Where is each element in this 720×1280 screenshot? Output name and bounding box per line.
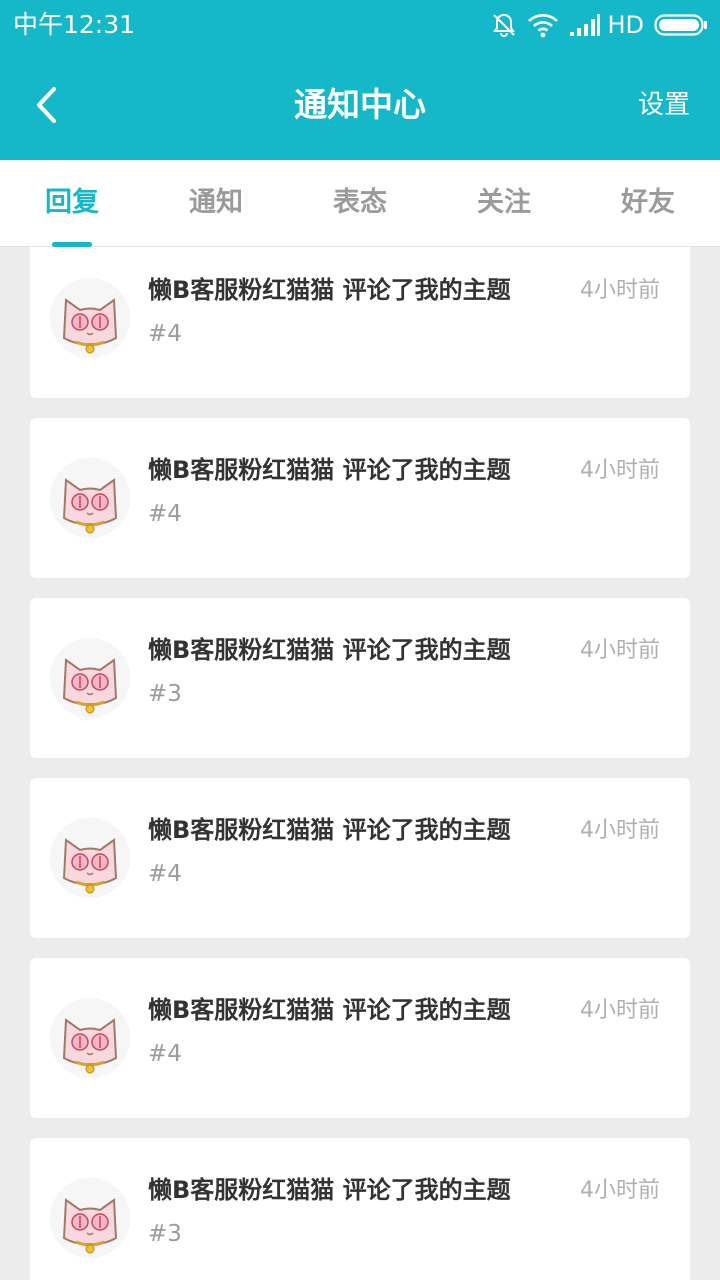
notification-text: 懒B客服粉红猫猫 评论了我的主题 (148, 1173, 511, 1207)
wifi-icon (528, 14, 559, 38)
timestamp: 4小时前 (580, 458, 660, 483)
tab-follows[interactable]: 关注 (432, 160, 576, 246)
avatar[interactable] (50, 278, 130, 358)
action-text: 评论了我的主题 (342, 456, 511, 484)
cat-avatar-image (50, 998, 130, 1078)
list-item[interactable]: 懒B客服粉红猫猫 评论了我的主题 4小时前 #3 (30, 598, 690, 758)
notification-text: 懒B客服粉红猫猫 评论了我的主题 (148, 993, 511, 1027)
page-title: 通知中心 (294, 85, 426, 124)
user-name: 懒B客服粉红猫猫 (148, 816, 335, 844)
notification-text: 懒B客服粉红猫猫 评论了我的主题 (148, 453, 511, 487)
timestamp: 4小时前 (580, 1178, 660, 1203)
tab-notices[interactable]: 通知 (144, 160, 288, 246)
notification-text: 懒B客服粉红猫猫 评论了我的主题 (148, 273, 511, 307)
network-type: HD (607, 11, 644, 39)
timestamp: 4小时前 (580, 638, 660, 663)
action-text: 评论了我的主题 (342, 996, 511, 1024)
floor-number: #4 (148, 321, 182, 347)
signal-icon (570, 14, 601, 36)
action-text: 评论了我的主题 (342, 1176, 511, 1204)
floor-number: #4 (148, 861, 182, 887)
floor-number: #3 (148, 1221, 182, 1247)
list-item[interactable]: 懒B客服粉红猫猫 评论了我的主题 4小时前 #4 (30, 958, 690, 1118)
settings-button[interactable]: 设置 (638, 86, 690, 124)
cat-avatar-image (50, 278, 130, 358)
list-item[interactable]: 懒B客服粉红猫猫 评论了我的主题 4小时前 #3 (30, 1138, 690, 1280)
cat-avatar-image (50, 1178, 130, 1258)
tab-reactions[interactable]: 表态 (288, 160, 432, 246)
timestamp: 4小时前 (580, 818, 660, 843)
status-bar: 中午12:31 HD (0, 0, 720, 50)
cat-avatar-image (50, 458, 130, 538)
floor-number: #4 (148, 501, 182, 527)
tab-bar: 回复 通知 表态 关注 好友 (0, 160, 720, 247)
action-text: 评论了我的主题 (342, 636, 511, 664)
avatar[interactable] (50, 1178, 130, 1258)
notification-list[interactable]: 懒B客服粉红猫猫 评论了我的主题 4小时前 #4 懒B客服粉红猫猫 评论了我的主… (30, 247, 690, 1280)
user-name: 懒B客服粉红猫猫 (148, 276, 335, 304)
action-text: 评论了我的主题 (342, 816, 511, 844)
list-item[interactable]: 懒B客服粉红猫猫 评论了我的主题 4小时前 #4 (30, 778, 690, 938)
user-name: 懒B客服粉红猫猫 (148, 996, 335, 1024)
action-text: 评论了我的主题 (342, 276, 511, 304)
avatar[interactable] (50, 458, 130, 538)
user-name: 懒B客服粉红猫猫 (148, 1176, 335, 1204)
avatar[interactable] (50, 818, 130, 898)
tab-friends[interactable]: 好友 (576, 160, 720, 246)
status-time: 中午12:31 (13, 10, 136, 39)
tab-replies[interactable]: 回复 (0, 160, 144, 246)
status-icons: HD (491, 10, 708, 40)
cat-avatar-image (50, 638, 130, 718)
timestamp: 4小时前 (580, 998, 660, 1023)
user-name: 懒B客服粉红猫猫 (148, 456, 335, 484)
cat-avatar-image (50, 818, 130, 898)
avatar[interactable] (50, 638, 130, 718)
list-item[interactable]: 懒B客服粉红猫猫 评论了我的主题 4小时前 #4 (30, 418, 690, 578)
list-item[interactable]: 懒B客服粉红猫猫 评论了我的主题 4小时前 #4 (30, 247, 690, 398)
floor-number: #4 (148, 1041, 182, 1067)
avatar[interactable] (50, 998, 130, 1078)
notification-text: 懒B客服粉红猫猫 评论了我的主题 (148, 633, 511, 667)
app-bar: 通知中心 设置 (0, 50, 720, 160)
floor-number: #3 (148, 681, 182, 707)
battery-icon (654, 14, 707, 36)
user-name: 懒B客服粉红猫猫 (148, 636, 335, 664)
bell-off-icon (493, 13, 516, 37)
notification-text: 懒B客服粉红猫猫 评论了我的主题 (148, 813, 511, 847)
timestamp: 4小时前 (580, 278, 660, 303)
